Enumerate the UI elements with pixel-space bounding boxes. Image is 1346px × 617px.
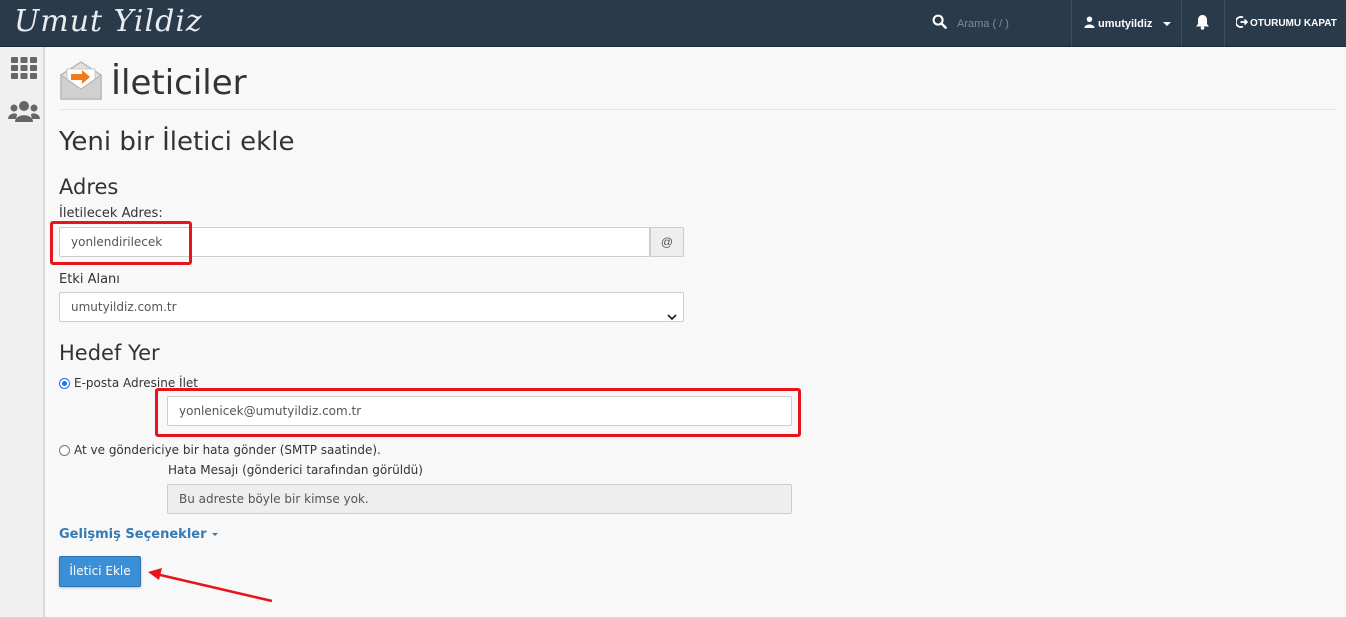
search-placeholder: Arama ( / )	[957, 18, 1009, 30]
top-bar: Umut Yildiz Arama ( / ) umutyildiz OTURU…	[0, 0, 1346, 47]
add-forwarder-button[interactable]: İletici Ekle	[59, 556, 141, 587]
divider	[1071, 0, 1072, 47]
error-message-input: Bu adreste böyle bir kimse yok.	[167, 484, 792, 514]
radio-button[interactable]	[59, 377, 70, 389]
users-icon[interactable]	[8, 100, 40, 127]
logout-label: OTURUMU KAPAT	[1250, 18, 1337, 29]
forwarder-icon	[59, 59, 103, 101]
bell-icon	[1195, 15, 1210, 34]
radio-forward-email[interactable]: E-posta Adresine İlet	[59, 376, 198, 390]
chevron-down-icon	[667, 303, 677, 331]
notifications-button[interactable]	[1195, 14, 1210, 35]
annotation-arrow	[144, 565, 276, 610]
username: umutyildiz	[1098, 17, 1153, 30]
error-message-label: Hata Mesajı (gönderici tarafından görüld…	[168, 463, 423, 477]
divider	[59, 109, 1336, 110]
chevron-down-icon	[211, 533, 218, 536]
domain-label: Etki Alanı	[59, 272, 120, 287]
divider	[1224, 0, 1225, 47]
radio-discard-error[interactable]: At ve göndericiye bir hata gönder (SMTP …	[59, 443, 381, 457]
form-title: Yeni bir İletici ekle	[59, 127, 295, 157]
domain-selected-value: umutyildiz.com.tr	[71, 300, 177, 314]
advanced-options-toggle[interactable]: Gelişmiş Seçenekler	[59, 527, 218, 542]
radio-discard-error-label: At ve göndericiye bir hata gönder (SMTP …	[74, 443, 381, 457]
logout-button[interactable]: OTURUMU KAPAT	[1235, 16, 1337, 31]
destination-email-input[interactable]: yonlenicek@umutyildiz.com.tr	[167, 396, 792, 426]
page-title: İleticiler	[111, 63, 247, 103]
search-icon	[932, 14, 947, 34]
advanced-options-label: Gelişmiş Seçenekler	[59, 527, 207, 542]
divider	[1181, 0, 1182, 47]
logo[interactable]: Umut Yildiz	[14, 4, 203, 39]
grid-icon[interactable]	[11, 57, 37, 84]
at-addon: @	[650, 227, 684, 257]
destination-section-title: Hedef Yer	[59, 341, 160, 365]
logout-icon	[1235, 16, 1250, 31]
forward-address-label: İletilecek Adres:	[59, 206, 163, 221]
chevron-down-icon	[1163, 21, 1172, 26]
search-box[interactable]: Arama ( / )	[932, 13, 1009, 35]
domain-select[interactable]: umutyildiz.com.tr	[59, 292, 684, 322]
radio-forward-email-label: E-posta Adresine İlet	[74, 376, 199, 390]
radio-button[interactable]	[59, 444, 70, 456]
forward-address-input[interactable]: yonlendirilecek	[59, 227, 650, 257]
user-icon	[1084, 16, 1098, 31]
main-content: İleticiler Yeni bir İletici ekle Adres İ…	[47, 47, 1346, 617]
user-menu[interactable]: umutyildiz	[1084, 16, 1172, 31]
address-section-title: Adres	[59, 175, 119, 199]
sidebar	[0, 47, 45, 617]
